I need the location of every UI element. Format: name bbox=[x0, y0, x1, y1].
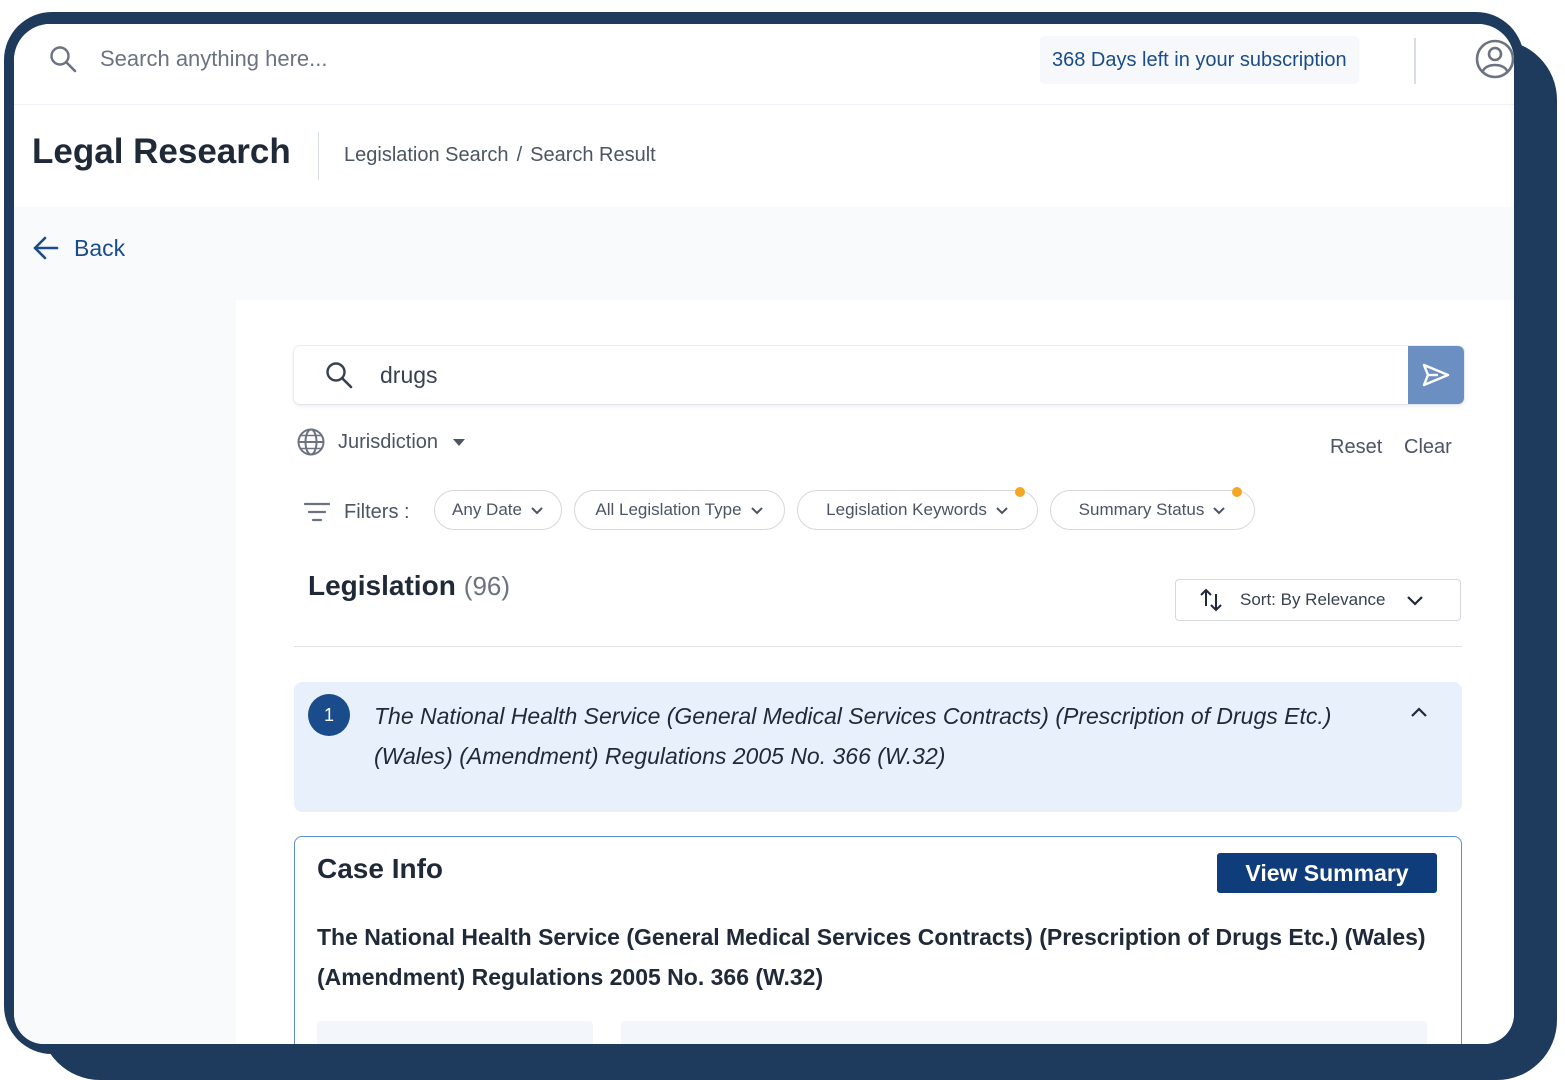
global-search-input[interactable]: Search anything here... bbox=[100, 46, 327, 72]
active-filter-dot bbox=[1015, 487, 1025, 497]
chip-label: Summary Status bbox=[1078, 500, 1205, 519]
case-meta-placeholder bbox=[317, 1021, 593, 1044]
results-heading: Legislation (96) bbox=[308, 570, 510, 602]
filter-chip-legislation-type[interactable]: All Legislation Type bbox=[574, 490, 785, 530]
chip-label: All Legislation Type bbox=[595, 500, 742, 519]
breadcrumb-item-legislation-search[interactable]: Legislation Search bbox=[344, 144, 509, 166]
jurisdiction-label: Jurisdiction bbox=[338, 430, 439, 453]
top-bar: Search anything here... 368 Days left in… bbox=[14, 24, 1514, 105]
search-submit-button[interactable] bbox=[1408, 346, 1464, 404]
case-meta-placeholder bbox=[621, 1021, 1427, 1044]
search-icon bbox=[326, 362, 353, 389]
user-circle-icon[interactable] bbox=[1474, 38, 1514, 80]
active-filter-dot bbox=[1232, 487, 1242, 497]
search-icon[interactable] bbox=[48, 44, 78, 74]
breadcrumb-item-search-result: Search Result bbox=[530, 144, 656, 166]
chip-label: Any Date bbox=[452, 500, 522, 519]
reset-button[interactable]: Reset bbox=[1330, 436, 1382, 459]
result-item[interactable]: 1 The National Health Service (General M… bbox=[294, 682, 1462, 812]
globe-icon bbox=[297, 428, 325, 456]
filter-chip-any-date[interactable]: Any Date bbox=[434, 490, 562, 530]
caret-down-icon bbox=[453, 439, 466, 446]
results-title: Legislation bbox=[308, 570, 456, 601]
sort-label: Sort: By Relevance bbox=[1240, 590, 1386, 609]
case-info-text: The National Health Service (General Med… bbox=[317, 924, 1426, 990]
result-title[interactable]: The National Health Service (General Med… bbox=[374, 696, 1404, 776]
chip-label: Legislation Keywords bbox=[826, 500, 987, 519]
filter-icon bbox=[304, 502, 330, 522]
chevron-down-icon bbox=[1213, 506, 1226, 514]
chevron-down-icon bbox=[531, 506, 543, 514]
arrow-left-icon bbox=[33, 236, 59, 260]
case-info-card: Case Info View Summary The National Heal… bbox=[294, 836, 1462, 1044]
back-button[interactable]: Back bbox=[32, 232, 125, 264]
chevron-down-icon bbox=[996, 506, 1008, 514]
back-label: Back bbox=[74, 234, 126, 261]
case-info-title: Case Info bbox=[317, 853, 444, 884]
app-screen: Search anything here... 368 Days left in… bbox=[14, 24, 1514, 1044]
filter-chip-summary-status[interactable]: Summary Status bbox=[1050, 487, 1255, 530]
filter-chip-legislation-keywords[interactable]: Legislation Keywords bbox=[797, 487, 1038, 530]
legislation-search-box[interactable]: drugs bbox=[294, 346, 1464, 404]
search-input[interactable]: drugs bbox=[380, 362, 438, 389]
results-divider bbox=[294, 646, 1462, 647]
topbar-divider bbox=[1414, 38, 1416, 84]
view-summary-button[interactable]: View Summary bbox=[1217, 853, 1437, 893]
chevron-up-icon[interactable] bbox=[1410, 706, 1428, 718]
jurisdiction-dropdown[interactable]: Jurisdiction bbox=[296, 426, 466, 458]
sort-arrows-icon bbox=[1200, 588, 1222, 612]
chevron-down-icon bbox=[750, 506, 763, 514]
breadcrumb: Legislation Search / Search Result bbox=[344, 144, 656, 167]
page-title: Legal Research bbox=[32, 132, 291, 171]
subscription-badge: 368 Days left in your subscription bbox=[1040, 36, 1359, 84]
filters-text: Filters : bbox=[344, 500, 410, 523]
results-count: (96) bbox=[463, 571, 511, 601]
title-divider bbox=[318, 132, 319, 180]
result-number-badge: 1 bbox=[308, 694, 350, 736]
clear-button[interactable]: Clear bbox=[1404, 436, 1452, 459]
send-icon bbox=[1422, 363, 1450, 387]
chevron-down-icon bbox=[1406, 595, 1423, 606]
filters-label: Filters : bbox=[304, 496, 410, 528]
sort-dropdown[interactable]: Sort: By Relevance bbox=[1175, 579, 1461, 621]
breadcrumb-separator: / bbox=[516, 144, 523, 166]
